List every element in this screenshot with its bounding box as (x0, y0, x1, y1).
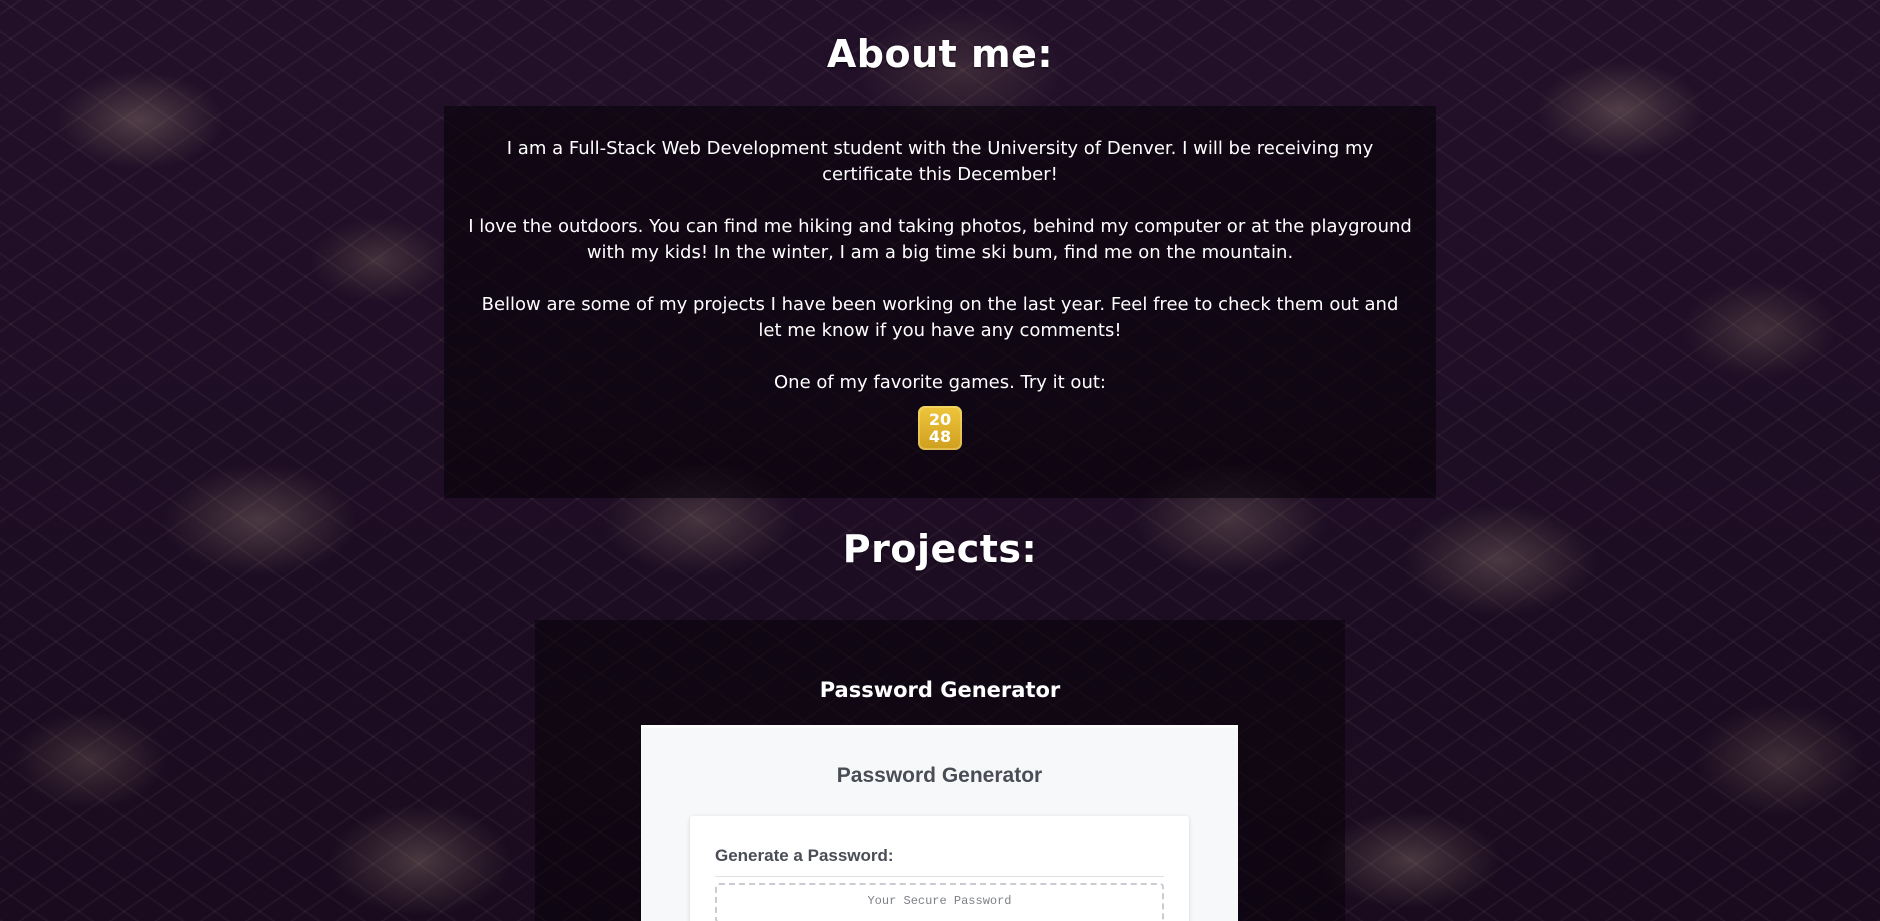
screenshot-password-output: Your Secure Password (715, 883, 1164, 921)
about-title: About me: (826, 32, 1054, 76)
projects-title: Projects: (842, 527, 1038, 571)
page: About me: I am a Full-Stack Web Developm… (0, 0, 1880, 921)
project-title: Password Generator (819, 678, 1061, 702)
about-paragraph: I am a Full-Stack Web Development studen… (506, 138, 1374, 185)
screenshot-card-heading: Generate a Password: (715, 846, 894, 865)
project-card: Password Generator Password Generator Ge… (535, 620, 1345, 921)
project-screenshot-link[interactable]: Password Generator Generate a Password: … (641, 725, 1238, 921)
game-icon-top-text: 20 (928, 410, 952, 429)
about-section: I am a Full-Stack Web Development studen… (444, 106, 1436, 498)
screenshot-card: Generate a Password: Your Secure Passwor… (690, 816, 1189, 921)
favorite-game-text: One of my favorite games. Try it out: (774, 372, 1106, 393)
about-paragraph: I love the outdoors. You can find me hik… (468, 216, 1412, 263)
game-icon-bottom-text: 48 (928, 427, 952, 446)
screenshot-divider (715, 876, 1164, 877)
screenshot-app-title: Password Generator (836, 764, 1043, 787)
about-paragraph: Bellow are some of my projects I have be… (481, 294, 1399, 341)
game-2048-icon[interactable]: 20 48 (918, 406, 962, 450)
